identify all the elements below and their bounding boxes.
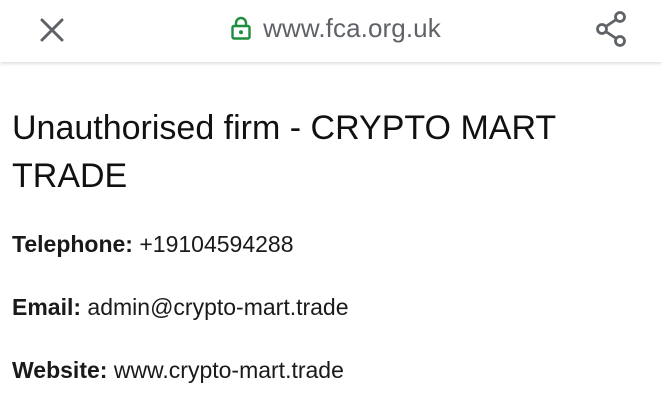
- page-title: Unauthorised firm - CRYPTO MART TRADE: [12, 109, 556, 195]
- lock-icon: [229, 16, 253, 40]
- url-text: www.fca.org.uk: [263, 12, 441, 43]
- email-value[interactable]: admin@crypto-mart.trade: [87, 294, 348, 320]
- website-field: Website: www.crypto-mart.trade: [12, 355, 344, 385]
- email-label: Email:: [12, 294, 82, 320]
- address-bar[interactable]: www.fca.org.uk: [0, 8, 662, 48]
- page-content: Unauthorised firm - CRYPTO MART TRADE: [12, 104, 642, 200]
- website-label: Website:: [12, 357, 108, 383]
- share-button[interactable]: [590, 8, 632, 50]
- telephone-field: Telephone: +19104594288: [12, 229, 294, 259]
- email-field: Email: admin@crypto-mart.trade: [12, 292, 349, 322]
- share-icon: [596, 11, 626, 47]
- website-value[interactable]: www.crypto-mart.trade: [114, 357, 344, 383]
- browser-toolbar: www.fca.org.uk: [0, 0, 662, 62]
- telephone-label: Telephone:: [12, 231, 133, 257]
- telephone-value[interactable]: +19104594288: [139, 231, 293, 257]
